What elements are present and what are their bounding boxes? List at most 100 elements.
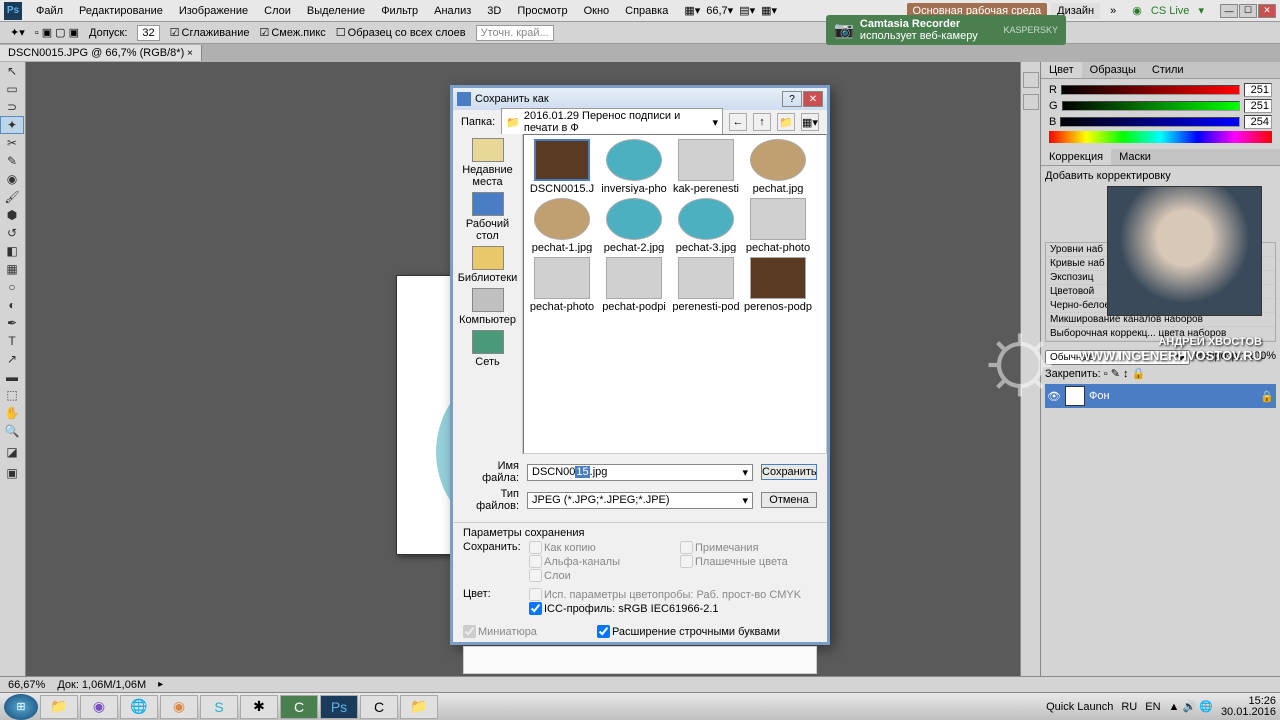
- explorer-taskbtn[interactable]: 📁: [40, 695, 78, 719]
- type-tool[interactable]: T: [0, 332, 24, 350]
- zoom-value[interactable]: 66,7: [706, 5, 727, 17]
- file-item[interactable]: inversiya-photo...: [600, 139, 668, 194]
- more-icon[interactable]: »: [1104, 3, 1122, 19]
- b-value[interactable]: 254: [1244, 115, 1272, 129]
- stamp-tool[interactable]: ⬢: [0, 206, 24, 224]
- computer-place[interactable]: Компьютер: [456, 288, 520, 326]
- lang-en[interactable]: EN: [1145, 701, 1160, 713]
- up-button[interactable]: ↑: [753, 113, 771, 131]
- file-item[interactable]: pechat-podpis-...: [600, 257, 668, 312]
- zoom-tool[interactable]: 🔍: [0, 422, 24, 440]
- file-item[interactable]: pechat.jpg: [744, 139, 812, 194]
- close-button[interactable]: ✕: [1258, 4, 1276, 18]
- pen-tool[interactable]: ✒: [0, 314, 24, 332]
- clock[interactable]: 15:26 30.01.2016: [1221, 696, 1276, 718]
- hand-tool[interactable]: ✋: [0, 404, 24, 422]
- dialog-help-button[interactable]: ?: [782, 91, 802, 107]
- network-place[interactable]: Сеть: [456, 330, 520, 368]
- quick-launch[interactable]: Quick Launch: [1046, 701, 1113, 713]
- blur-tool[interactable]: ○: [0, 278, 24, 296]
- new-folder-button[interactable]: 📁: [777, 113, 795, 131]
- menu-edit[interactable]: Редактирование: [71, 3, 171, 19]
- corrections-tab[interactable]: Коррекция: [1041, 149, 1111, 165]
- lowercase-ext-checkbox[interactable]: Расширение строчными буквами: [597, 625, 780, 638]
- tolerance-input[interactable]: 32: [137, 25, 159, 41]
- menu-analysis[interactable]: Анализ: [426, 3, 479, 19]
- start-button[interactable]: ⊞: [4, 694, 38, 720]
- file-item[interactable]: DSCN0015.JPG: [528, 139, 596, 194]
- history-brush-tool[interactable]: ↺: [0, 224, 24, 242]
- folder-taskbtn[interactable]: 📁: [400, 695, 438, 719]
- document-tab[interactable]: DSCN0015.JPG @ 66,7% (RGB/8*) ×: [0, 45, 202, 61]
- recent-places[interactable]: Недавние места: [456, 138, 520, 188]
- menu-view[interactable]: Просмотр: [509, 3, 575, 19]
- r-slider[interactable]: [1061, 85, 1240, 95]
- path-tool[interactable]: ↗: [0, 350, 24, 368]
- menu-select[interactable]: Выделение: [299, 3, 373, 19]
- hue-bar[interactable]: [1049, 131, 1272, 143]
- all-layers-checkbox[interactable]: ☐ Образец со всех слоев: [336, 26, 466, 39]
- color-swatch[interactable]: ◪: [0, 440, 24, 464]
- save-button[interactable]: Сохранить: [761, 464, 817, 480]
- file-item[interactable]: perenesti-podpi...: [672, 257, 740, 312]
- swatches-tab[interactable]: Образцы: [1082, 62, 1144, 78]
- file-item[interactable]: pechat-2.jpg: [600, 198, 668, 253]
- move-tool[interactable]: ↖: [0, 62, 24, 80]
- quickmask-tool[interactable]: ▣: [0, 464, 24, 482]
- brush-tool[interactable]: 🖌: [0, 188, 24, 206]
- dodge-tool[interactable]: ◐: [0, 296, 24, 314]
- file-item[interactable]: pechat-photosh...: [744, 198, 812, 253]
- lang-ru[interactable]: RU: [1121, 701, 1137, 713]
- file-list[interactable]: DSCN0015.JPG inversiya-photo... kak-pere…: [523, 134, 827, 454]
- filename-input[interactable]: DSCN0015.jpg ▾: [527, 464, 753, 481]
- camtasia-taskbtn[interactable]: C: [280, 695, 318, 719]
- as-copy-checkbox[interactable]: Как копию: [529, 541, 620, 554]
- back-button[interactable]: ←: [729, 113, 747, 131]
- menu-help[interactable]: Справка: [617, 3, 676, 19]
- menu-filter[interactable]: Фильтр: [373, 3, 426, 19]
- filetype-select[interactable]: JPEG (*.JPG;*.JPEG;*.JPE) ▾: [527, 492, 753, 509]
- b-slider[interactable]: [1060, 117, 1240, 127]
- file-item[interactable]: kak-perenesti-p...: [672, 139, 740, 194]
- icc-checkbox[interactable]: ICC-профиль: sRGB IEC61966-2.1: [529, 602, 801, 615]
- cslive-btn[interactable]: ◉ CS Live ▾: [1126, 2, 1210, 19]
- g-slider[interactable]: [1062, 101, 1240, 111]
- menu-file[interactable]: Файл: [28, 3, 71, 19]
- file-item[interactable]: pechat-1.jpg: [528, 198, 596, 253]
- zoom-status[interactable]: 66,67%: [8, 679, 45, 691]
- file-item[interactable]: pechat-photosh...: [528, 257, 596, 312]
- shape-tool[interactable]: ▬: [0, 368, 24, 386]
- skype-taskbtn[interactable]: S: [200, 695, 238, 719]
- magic-wand-tool[interactable]: ✦: [0, 116, 24, 134]
- app-taskbtn[interactable]: C: [360, 695, 398, 719]
- menu-3d[interactable]: 3D: [479, 3, 509, 19]
- view-button[interactable]: ▦▾: [801, 113, 819, 131]
- heal-tool[interactable]: ◉: [0, 170, 24, 188]
- layer-item[interactable]: 👁 Фон 🔒: [1045, 384, 1276, 408]
- marquee-tool[interactable]: ▭: [0, 80, 24, 98]
- app-taskbtn[interactable]: ✱: [240, 695, 278, 719]
- styles-tab[interactable]: Стили: [1144, 62, 1192, 78]
- panel-icon[interactable]: [1023, 72, 1039, 88]
- menu-window[interactable]: Окно: [576, 3, 618, 19]
- eyedropper-tool[interactable]: ✎: [0, 152, 24, 170]
- crop-tool[interactable]: ✂: [0, 134, 24, 152]
- chrome-taskbtn[interactable]: ◉: [160, 695, 198, 719]
- g-value[interactable]: 251: [1244, 99, 1272, 113]
- refine-edge-button[interactable]: Уточн. край...: [476, 25, 554, 41]
- dialog-titlebar[interactable]: Сохранить как ? ✕: [453, 88, 827, 110]
- gradient-tool[interactable]: ▦: [0, 260, 24, 278]
- masks-tab[interactable]: Маски: [1111, 149, 1159, 165]
- minimize-button[interactable]: —: [1220, 4, 1238, 18]
- viber-taskbtn[interactable]: ◉: [80, 695, 118, 719]
- menu-layer[interactable]: Слои: [256, 3, 299, 19]
- file-item[interactable]: pechat-3.jpg: [672, 198, 740, 253]
- contiguous-checkbox[interactable]: ☑ Смеж.пикс: [259, 26, 325, 39]
- panel-icon[interactable]: [1023, 94, 1039, 110]
- 3d-tool[interactable]: ⬚: [0, 386, 24, 404]
- folder-dropdown[interactable]: 📁 2016.01.29 Перенос подписи и печати в …: [501, 108, 723, 136]
- color-tab[interactable]: Цвет: [1041, 62, 1082, 78]
- browser-taskbtn[interactable]: 🌐: [120, 695, 158, 719]
- maximize-button[interactable]: ☐: [1239, 4, 1257, 18]
- r-value[interactable]: 251: [1244, 83, 1272, 97]
